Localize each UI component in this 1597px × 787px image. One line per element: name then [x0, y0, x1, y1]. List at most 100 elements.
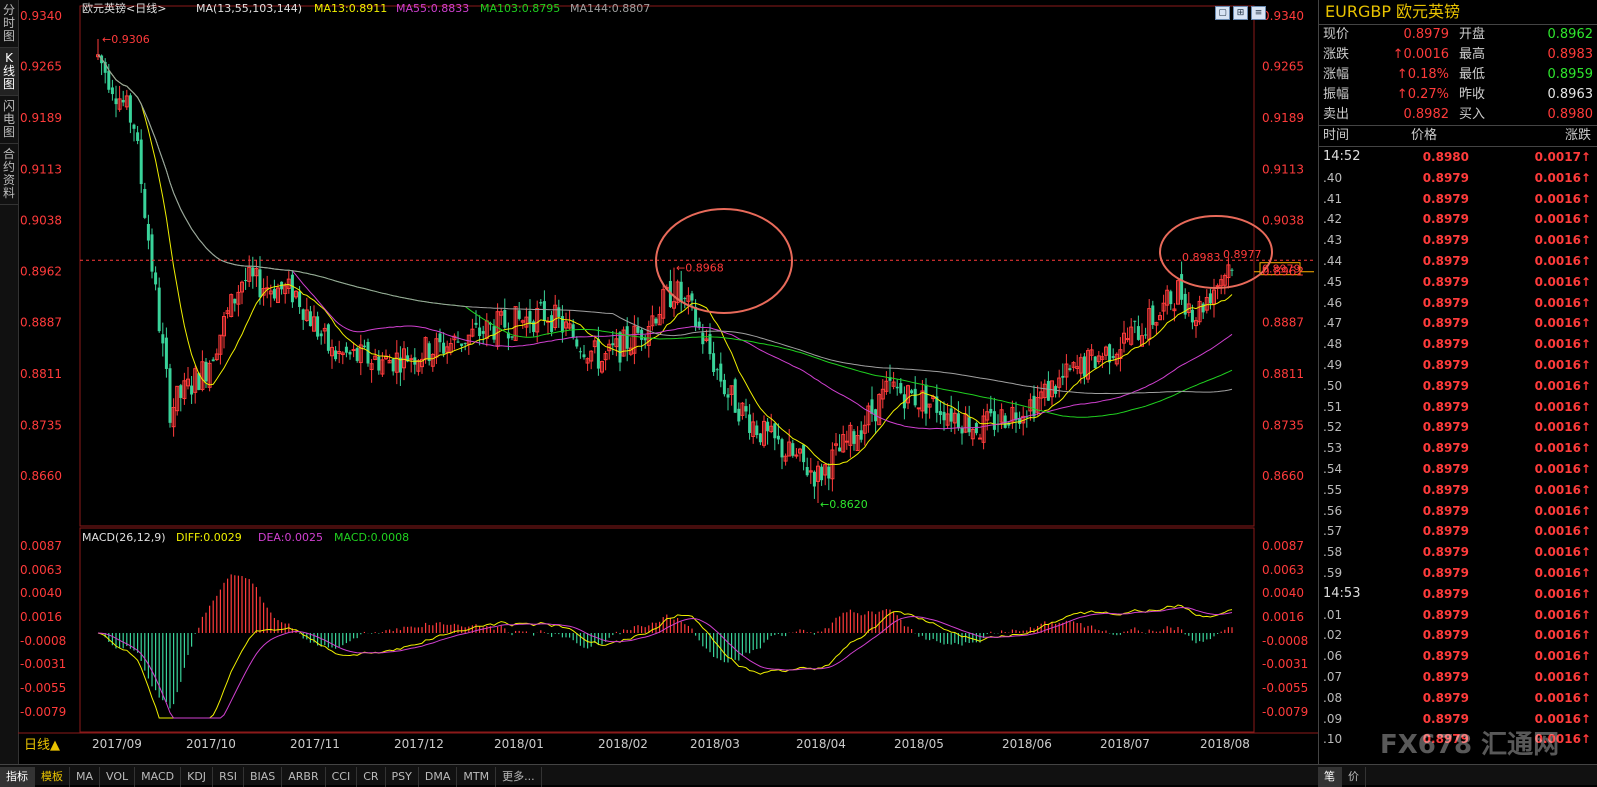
candle-body — [409, 358, 414, 361]
tab-kline[interactable]: K线图 — [0, 48, 18, 96]
indicator-tab[interactable]: 指标 — [0, 767, 35, 787]
candle-body — [791, 443, 795, 456]
candle-body — [463, 342, 467, 344]
indicator-tab[interactable]: ARBR — [282, 767, 326, 787]
tick-price: 0.8979 — [1422, 607, 1469, 622]
indicator-tab[interactable]: CCI — [326, 767, 358, 787]
indicator-tab[interactable]: VOL — [100, 767, 136, 787]
side-tabs: 分时图 K线图 闪电图 合约资料 — [0, 0, 19, 764]
tick-row: .45 0.8979 0.0016↑ — [1319, 272, 1597, 293]
tab-flash[interactable]: 闪电图 — [0, 96, 18, 144]
tick-row: .58 0.8979 0.0016↑ — [1319, 542, 1597, 563]
tick-change: 0.0016↑ — [1534, 524, 1591, 539]
month-label: 2018/06 — [1002, 737, 1052, 751]
candle-body — [1111, 356, 1115, 358]
tick-price: 0.8979 — [1422, 212, 1469, 227]
candle-body — [244, 280, 248, 282]
candle-body — [899, 383, 903, 394]
candle-body — [319, 333, 323, 337]
tick-row: .48 0.8979 0.0016↑ — [1319, 334, 1597, 355]
symbol-title: EURGBP 欧元英镑 — [1319, 0, 1597, 25]
candle-body — [251, 267, 255, 277]
tab-timeshare[interactable]: 分时图 — [0, 0, 18, 48]
price-tick-right: 0.9340 — [1262, 9, 1304, 23]
indicator-tab[interactable]: CR — [357, 767, 386, 787]
header-label-0: 欧元英镑<日线> — [82, 1, 166, 15]
candle-body — [978, 437, 982, 440]
tick-time: .43 — [1323, 233, 1343, 248]
price-tick-right: 0.9113 — [1262, 163, 1304, 177]
tick-mode-tab[interactable]: 价 — [1342, 767, 1366, 787]
zoom-icon[interactable]: ⊞ — [1233, 6, 1248, 20]
indicator-tab[interactable]: PSY — [386, 767, 419, 787]
candle-body — [802, 444, 806, 463]
tick-change: 0.0016↑ — [1534, 191, 1591, 206]
indicator-tab[interactable]: 更多... — [496, 767, 542, 787]
macd-tick-right: -0.0008 — [1262, 634, 1308, 648]
settings-icon[interactable]: ≡ — [1251, 6, 1266, 20]
tick-time: .07 — [1323, 669, 1343, 684]
price-tick-right: 0.8962 — [1262, 265, 1304, 279]
tick-price: 0.8979 — [1422, 253, 1469, 268]
tick-time: .54 — [1323, 461, 1343, 476]
header-label-4: MA103:0.8795 — [480, 2, 560, 15]
indicator-tab[interactable]: DMA — [419, 767, 458, 787]
indicator-tab[interactable]: BIAS — [244, 767, 283, 787]
candle-body — [481, 331, 485, 334]
tick-time: .45 — [1323, 274, 1343, 289]
indicator-tab[interactable]: MTM — [457, 767, 497, 787]
indicator-tab[interactable]: KDJ — [181, 767, 214, 787]
restore-icon[interactable]: ▢ — [1215, 6, 1230, 20]
candle-body — [161, 334, 165, 344]
tick-time: .51 — [1323, 399, 1343, 414]
macd-tick-right: 0.0087 — [1262, 539, 1304, 553]
candle-body — [1180, 274, 1184, 300]
candle-body — [766, 421, 770, 432]
tick-mode-tab[interactable]: 笔 — [1318, 767, 1342, 787]
tick-row: .01 0.8979 0.0016↑ — [1319, 605, 1597, 626]
tick-list[interactable]: 14:52 0.8980 0.0017↑ .40 0.8979 0.0016↑ .41 0.8… — [1319, 147, 1597, 750]
tick-time: .10 — [1323, 732, 1343, 747]
candle-body — [618, 332, 622, 363]
candle-body — [1093, 356, 1097, 369]
tick-price: 0.8979 — [1422, 461, 1469, 476]
indicator-tab[interactable]: MACD — [135, 767, 182, 787]
price-tick-left: 0.9265 — [20, 60, 62, 74]
candle-body — [827, 466, 831, 479]
candle-body — [557, 307, 561, 317]
price-tick-left: 0.8811 — [20, 367, 62, 381]
tick-price: 0.8979 — [1422, 295, 1469, 310]
candle-body — [582, 354, 586, 358]
tick-price: 0.8979 — [1422, 378, 1469, 393]
high-label: ←0.9306 — [102, 33, 150, 46]
candle-body — [168, 368, 172, 423]
tab-contract-info[interactable]: 合约资料 — [0, 144, 18, 205]
candle-body — [351, 349, 356, 352]
candle-body — [895, 386, 899, 389]
tick-price: 0.8979 — [1422, 669, 1469, 684]
candle-body — [1032, 395, 1036, 417]
candle-body — [967, 417, 971, 433]
candle-body — [204, 361, 208, 382]
candle-body — [348, 351, 352, 355]
indicator-tab[interactable]: 模板 — [35, 767, 70, 787]
macd-tick-right: 0.0063 — [1262, 563, 1304, 577]
quote-panel: EURGBP 欧元英镑 现价 0.8979 开盘 0.8962 涨跌 ↑0.0016 最高 0… — [1318, 0, 1597, 764]
candle-body — [474, 322, 478, 325]
recent-high-label-a: 0.8983 — [1182, 251, 1221, 264]
kline-chart[interactable]: 0.8979←0.9306←0.8620←0.89680.8983 0.8977 … — [18, 0, 1318, 764]
month-label: 2018/02 — [598, 737, 648, 751]
candle-body — [679, 281, 683, 303]
tick-price: 0.8979 — [1422, 170, 1469, 185]
quote-label: 涨跌 — [1323, 47, 1350, 62]
quote-label: 现价 — [1323, 27, 1350, 42]
indicator-tab[interactable]: RSI — [213, 767, 244, 787]
candle-body — [298, 291, 302, 308]
tick-row: 14:53 0.8979 0.0016↑ — [1319, 584, 1597, 605]
candle-body — [924, 384, 928, 414]
period-selector[interactable]: 日线▲ — [24, 738, 60, 753]
tick-time: .46 — [1323, 295, 1343, 310]
indicator-tab[interactable]: MA — [70, 767, 101, 787]
candle-body — [478, 327, 482, 337]
tick-change: 0.0016↑ — [1534, 316, 1591, 331]
